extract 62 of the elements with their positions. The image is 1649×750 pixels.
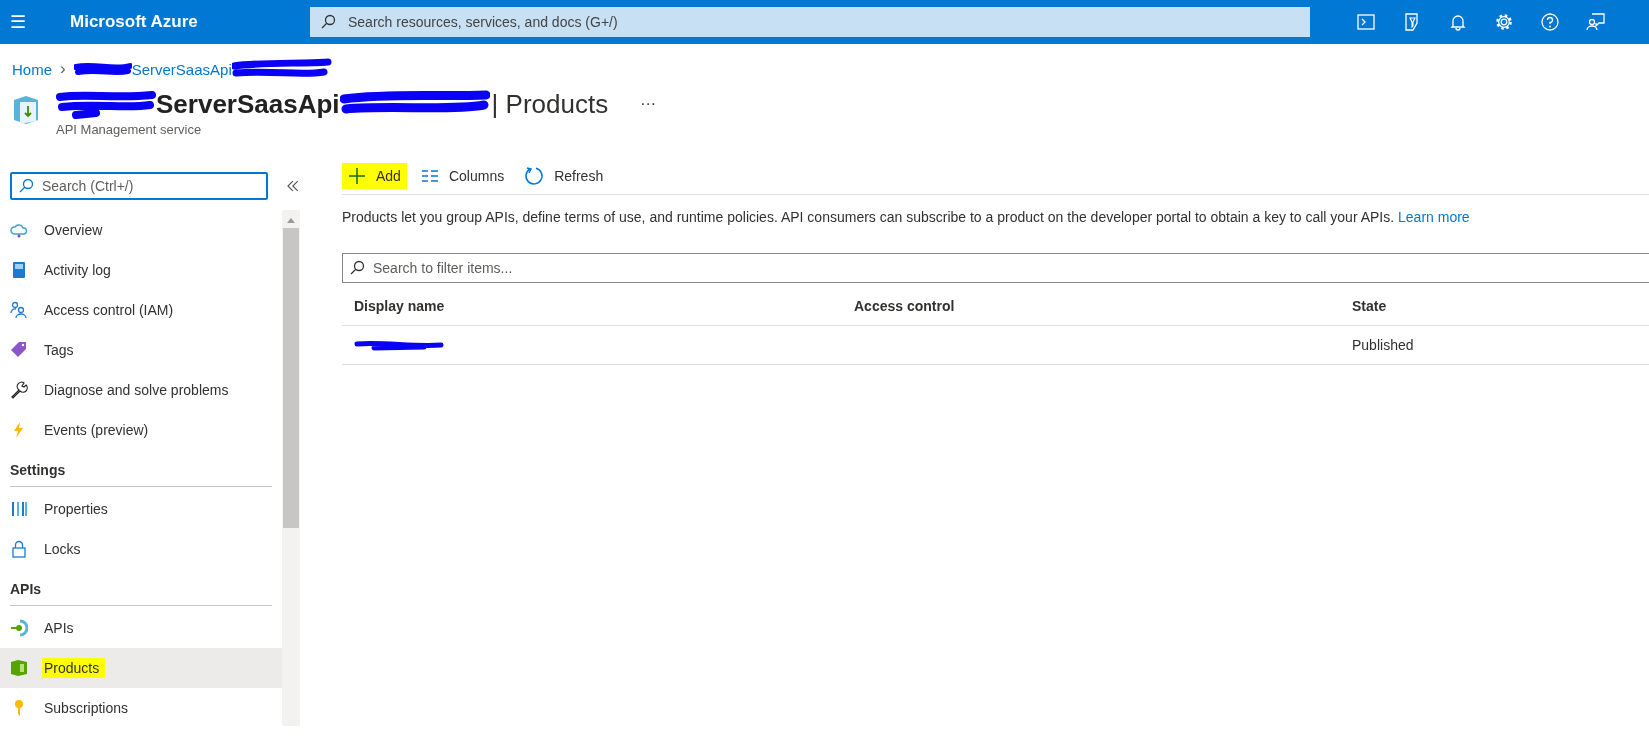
help-icon[interactable] — [1540, 12, 1560, 32]
learn-more-link[interactable]: Learn more — [1398, 209, 1470, 225]
column-header[interactable]: Display name — [342, 298, 854, 314]
sidebar-item[interactable]: APIs — [0, 608, 282, 648]
page-title: | Products — [491, 88, 609, 120]
search-icon — [320, 14, 336, 30]
section-heading: APIs — [10, 581, 272, 606]
sidebar-item[interactable]: Tags — [0, 330, 282, 370]
breadcrumb-separator: › — [60, 59, 66, 79]
filter-box[interactable]: Search to filter items... — [342, 253, 1649, 283]
product-icon — [10, 659, 28, 677]
sidebar-item[interactable]: Locks — [0, 529, 282, 569]
scroll-up-icon[interactable] — [286, 216, 296, 224]
refresh-button[interactable]: Refresh — [518, 162, 610, 190]
feedback-icon[interactable] — [1586, 12, 1606, 32]
sidebar-item[interactable]: Activity log — [0, 250, 282, 290]
columns-button[interactable]: Columns — [414, 163, 511, 189]
sidebar-item[interactable]: Access control (IAM) — [0, 290, 282, 330]
lock-icon — [10, 540, 28, 558]
bell-icon[interactable] — [1448, 12, 1468, 32]
resource-title: ServerSaasApi — [156, 88, 340, 120]
search-icon — [349, 260, 365, 276]
sidebar-item[interactable]: Properties — [0, 489, 282, 529]
sidebar-item[interactable]: Events (preview) — [0, 410, 282, 450]
refresh-icon — [524, 166, 545, 186]
redaction-mark — [73, 61, 132, 77]
properties-icon — [10, 500, 28, 518]
more-button[interactable]: ··· — [640, 95, 657, 113]
description-text: Products let you group APIs, define terms of use, and runtime policies. API consumers can subscribe to a product on the developer portal to obtain a key to call your APIs. Learn more — [342, 209, 1471, 225]
table-cell: Published — [1352, 337, 1414, 353]
resource-type: API Management service — [56, 122, 203, 137]
people-icon — [10, 301, 28, 319]
log-icon — [10, 261, 28, 279]
sidebar-item[interactable]: Overview — [0, 210, 282, 250]
api-icon — [10, 619, 28, 637]
sidebar-item[interactable]: Products — [0, 648, 282, 688]
columns-icon — [420, 167, 439, 185]
cloud-icon — [10, 221, 28, 239]
breadcrumb-link[interactable]: Home — [12, 60, 52, 78]
service-icon — [12, 94, 40, 126]
terminal-icon[interactable] — [1356, 12, 1376, 32]
tag-icon — [10, 341, 28, 359]
column-header[interactable]: Access control — [854, 298, 1352, 314]
scrollbar[interactable] — [282, 210, 300, 726]
breadcrumb-link[interactable]: ServerSaasApi — [131, 60, 232, 78]
add-button[interactable]: Add — [342, 163, 407, 189]
filter-field[interactable]: Search to filter items... — [371, 259, 1643, 277]
search-box[interactable]: Search resources, services, and docs (G+/) — [310, 7, 1310, 37]
column-header[interactable]: State — [1352, 298, 1649, 314]
collapse-icon[interactable] — [286, 179, 300, 193]
settings-icon[interactable] — [1494, 12, 1514, 32]
search-field[interactable]: Search (Ctrl+/) — [40, 177, 261, 195]
menu-icon[interactable]: ☰ — [0, 11, 36, 33]
add-icon — [348, 167, 366, 185]
brand-title[interactable]: Microsoft Azure — [70, 12, 310, 32]
sidebar-item[interactable]: Subscriptions — [0, 688, 282, 728]
wrench-icon — [10, 381, 28, 399]
search-icon — [18, 178, 34, 194]
section-heading: Settings — [10, 462, 272, 487]
search-field[interactable]: Search resources, services, and docs (G+/) — [346, 13, 1300, 31]
search-box[interactable]: Search (Ctrl+/) — [10, 172, 269, 200]
sidebar-item[interactable]: Diagnose and solve problems — [0, 370, 282, 410]
